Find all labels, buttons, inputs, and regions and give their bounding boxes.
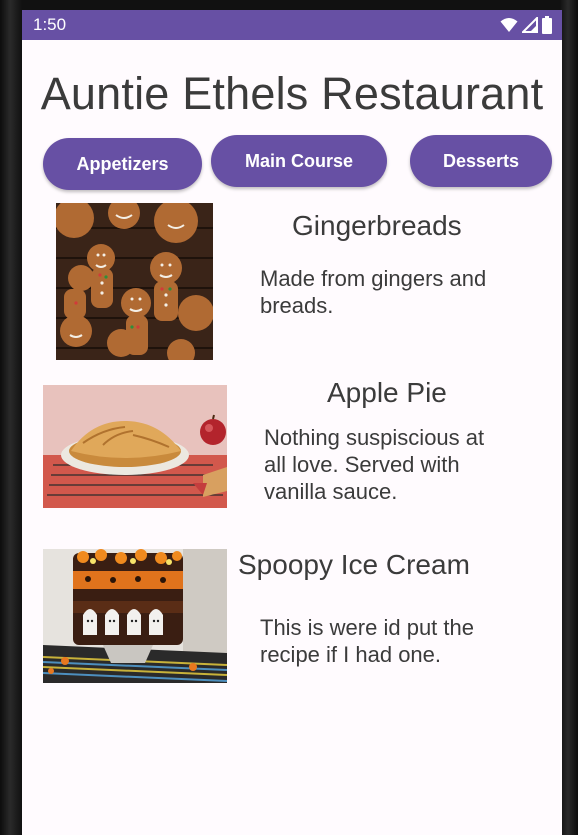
item-description: Nothing suspiscious at all love. Served … xyxy=(264,425,485,504)
item-description: Made from gingers and breads. xyxy=(260,266,487,318)
app-screen: 1:50 Auntie Ethels Restaurant Appetizers… xyxy=(22,10,562,835)
ice-cream-image xyxy=(43,549,227,683)
main-course-button[interactable]: Main Course xyxy=(211,135,387,187)
signal-icon xyxy=(522,17,538,33)
wifi-icon xyxy=(500,17,518,33)
desserts-button[interactable]: Desserts xyxy=(410,135,552,187)
item-description: This is were id put the recipe if I had … xyxy=(260,615,474,667)
status-time: 1:50 xyxy=(33,15,67,34)
appetizers-button[interactable]: Appetizers xyxy=(43,138,202,190)
apple-pie-image xyxy=(43,385,227,508)
status-bar: 1:50 xyxy=(22,10,562,40)
battery-icon xyxy=(542,16,552,34)
gingerbread-image xyxy=(56,203,213,360)
page-title: Auntie Ethels Restaurant xyxy=(40,68,544,119)
status-icons xyxy=(500,16,552,34)
item-name: Gingerbreads xyxy=(292,210,462,241)
item-name: Apple Pie xyxy=(327,377,447,408)
item-name: Spoopy Ice Cream xyxy=(238,549,470,580)
